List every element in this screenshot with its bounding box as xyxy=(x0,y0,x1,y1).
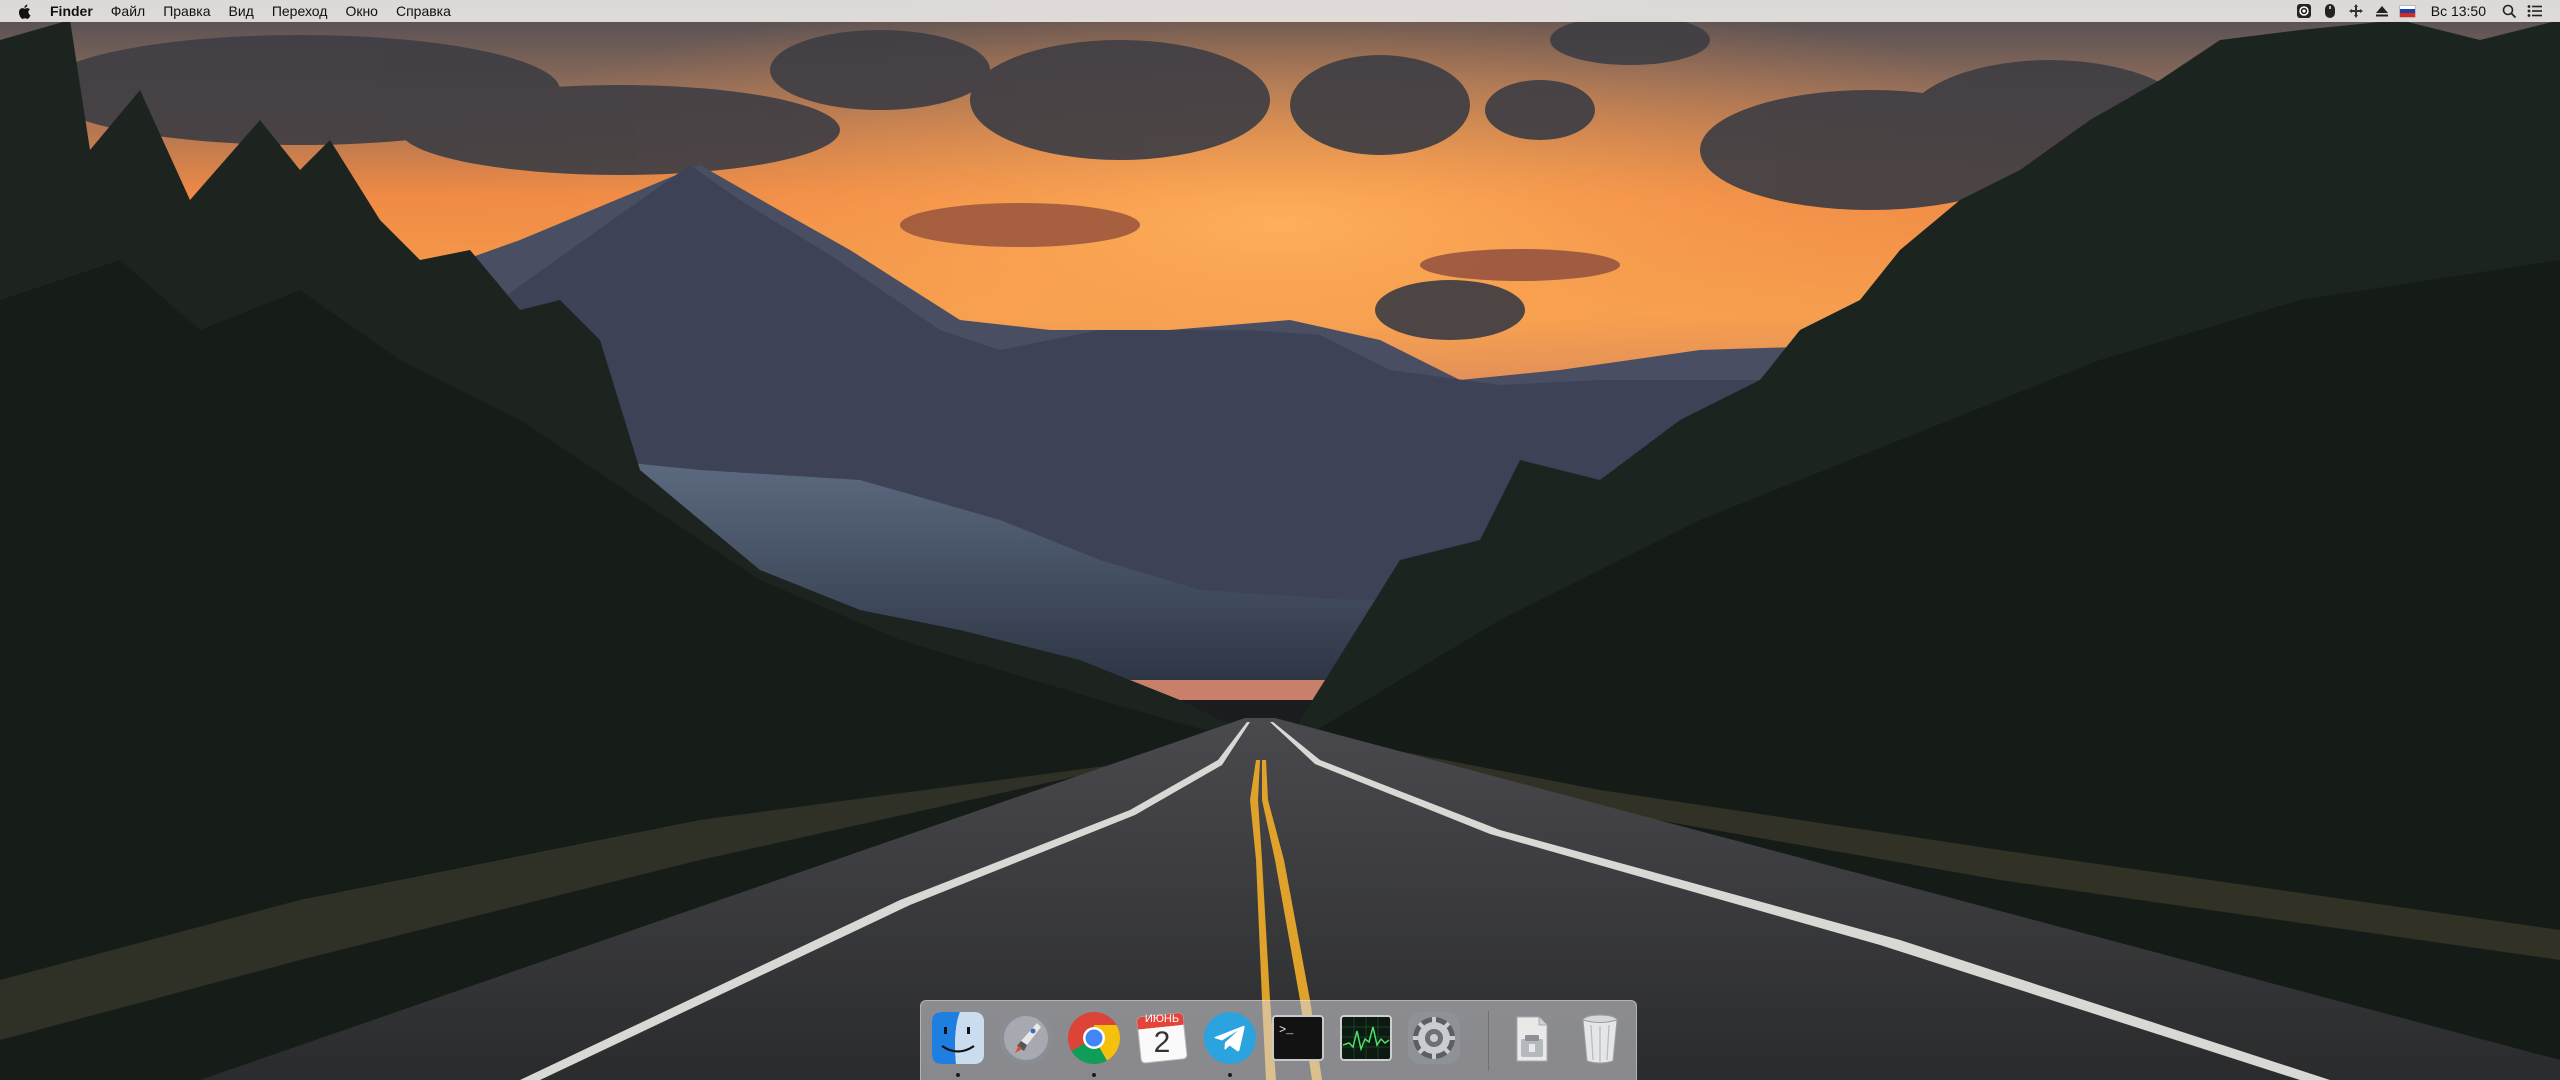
dock-chrome[interactable] xyxy=(1065,1009,1123,1077)
terminal-icon: >_ xyxy=(1272,1015,1324,1061)
dock-finder[interactable] xyxy=(929,1009,987,1077)
trash-icon xyxy=(1582,1014,1618,1064)
search-icon[interactable] xyxy=(2496,0,2522,22)
calendar-month: ИЮНЬ xyxy=(1144,1013,1180,1025)
menu-bar: Finder Файл Правка Вид Переход Окно Спра… xyxy=(0,0,2560,22)
menu-help[interactable]: Справка xyxy=(387,0,460,22)
rocket-icon xyxy=(1000,1012,1052,1064)
menu-file[interactable]: Файл xyxy=(102,0,154,22)
dock-telegram[interactable] xyxy=(1201,1009,1259,1077)
telegram-icon xyxy=(1204,1012,1256,1064)
dock-activity-monitor[interactable] xyxy=(1337,1009,1395,1067)
finder-icon xyxy=(932,1012,984,1064)
calendar-day: 2 xyxy=(1153,1026,1171,1059)
dock-trash[interactable] xyxy=(1571,1009,1629,1067)
clock[interactable]: Вс 13:50 xyxy=(2421,0,2496,22)
running-indicator xyxy=(956,1073,960,1077)
chrome-icon xyxy=(1068,1012,1120,1064)
desktop[interactable]: Finder Файл Правка Вид Переход Окно Спра… xyxy=(0,0,2560,1080)
mouse-icon[interactable] xyxy=(2317,0,2343,22)
menu-window[interactable]: Окно xyxy=(336,0,387,22)
cross-arrows-icon[interactable] xyxy=(2343,0,2369,22)
app-menu-finder[interactable]: Finder xyxy=(41,0,102,22)
activity-monitor-icon xyxy=(1340,1015,1392,1061)
dock-system-preferences[interactable] xyxy=(1405,1009,1463,1067)
menu-view[interactable]: Вид xyxy=(220,0,263,22)
running-indicator xyxy=(1092,1073,1096,1077)
menu-go[interactable]: Переход xyxy=(263,0,337,22)
dock: ИЮНЬ 2 >_ xyxy=(920,1000,1637,1080)
apple-icon xyxy=(18,4,31,19)
dock-downloads[interactable] xyxy=(1503,1009,1561,1067)
list-icon[interactable] xyxy=(2522,0,2548,22)
downloads-stack-icon xyxy=(1516,1016,1548,1062)
dock-calendar[interactable]: ИЮНЬ 2 xyxy=(1133,1009,1191,1067)
gear-icon xyxy=(1408,1012,1460,1064)
ru-flag-icon xyxy=(2400,5,2416,17)
screen-record-icon[interactable] xyxy=(2291,0,2317,22)
eject-icon[interactable] xyxy=(2369,0,2395,22)
terminal-prompt: >_ xyxy=(1279,1023,1294,1037)
apple-menu[interactable] xyxy=(0,0,41,22)
menu-edit[interactable]: Правка xyxy=(154,0,219,22)
input-source-flag[interactable] xyxy=(2395,0,2421,22)
dock-separator xyxy=(1488,1011,1489,1071)
dock-launchpad[interactable] xyxy=(997,1009,1055,1067)
running-indicator xyxy=(1228,1073,1232,1077)
dock-terminal[interactable]: >_ xyxy=(1269,1009,1327,1067)
wallpaper-image xyxy=(0,0,2560,1080)
